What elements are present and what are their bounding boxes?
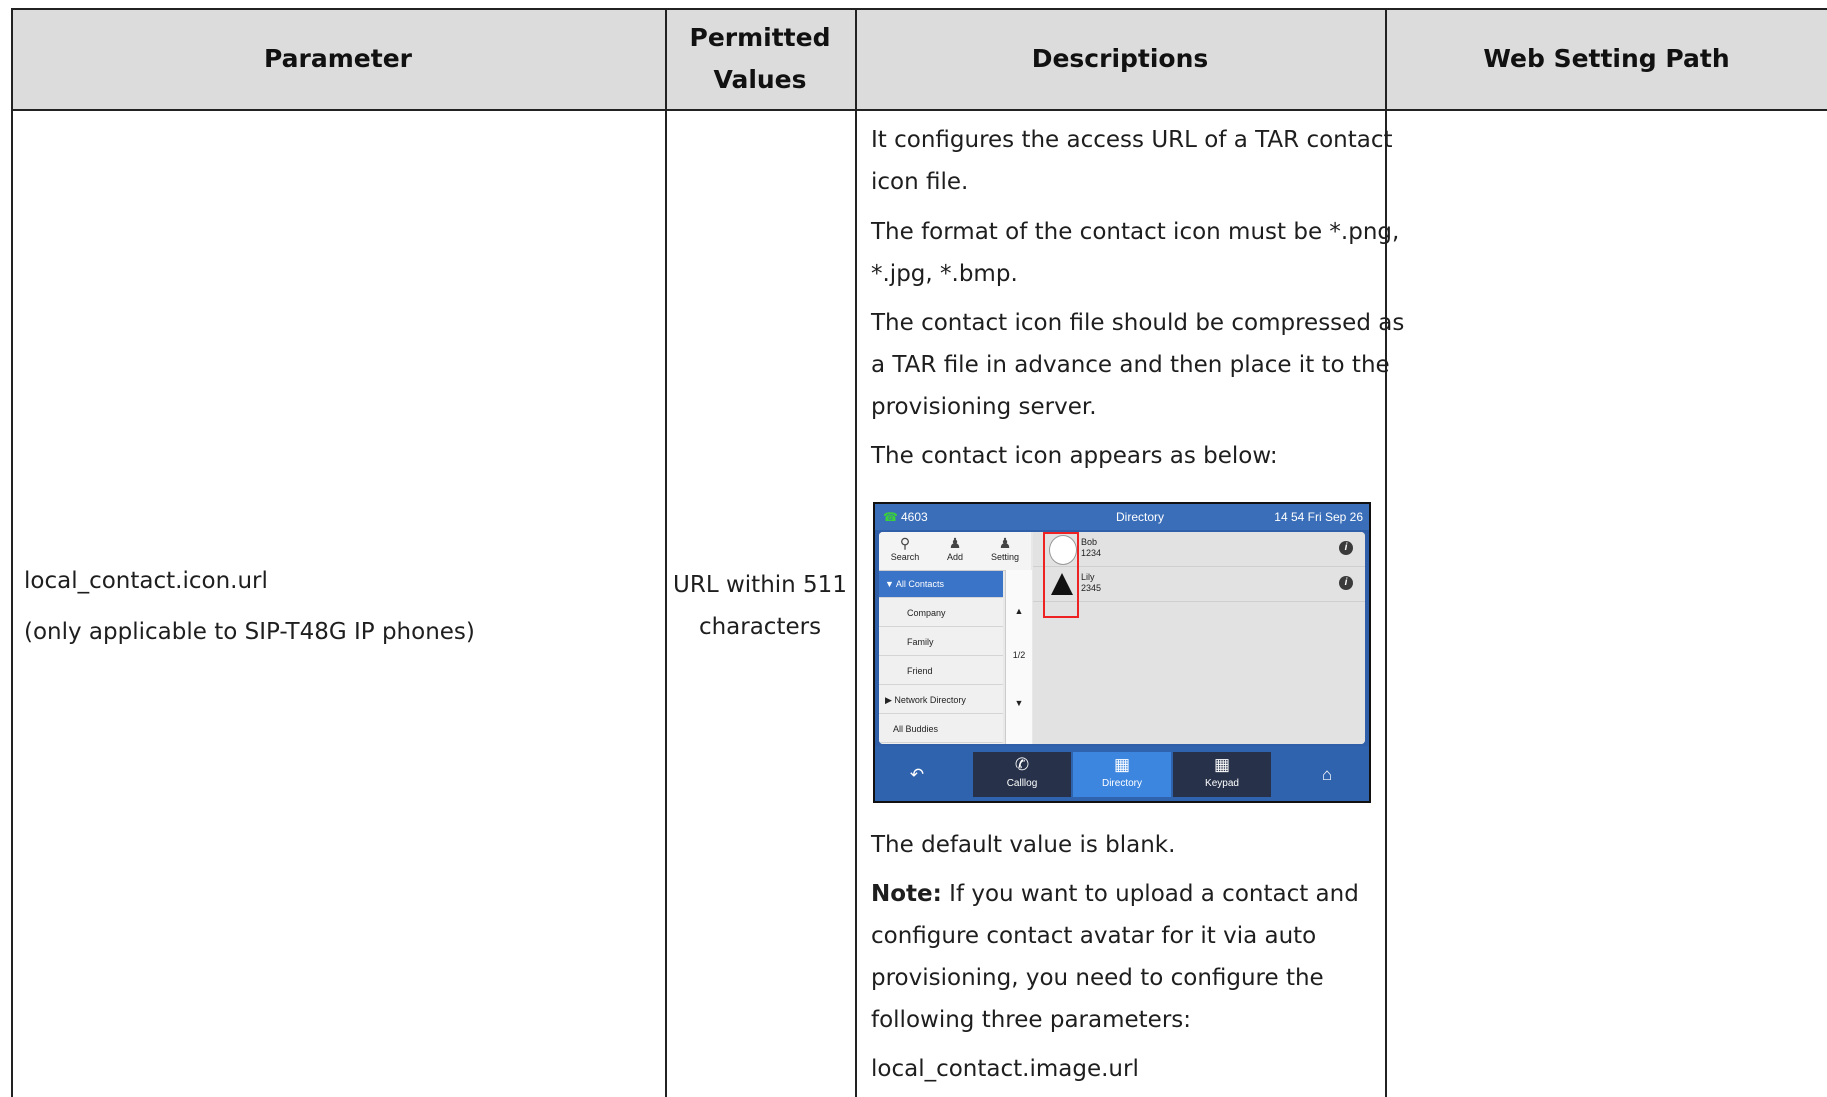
desc-line: The default value is blank. — [871, 832, 1176, 858]
note-text: If you want to upload a contact and — [941, 881, 1359, 907]
back-icon: ↶ — [909, 765, 925, 784]
contact-number: 1234 — [1081, 548, 1102, 558]
header-permitted-line2: Values — [713, 65, 807, 94]
add-contact-icon: ♟ — [948, 535, 962, 551]
desc-line: *.jpg, *.bmp. — [871, 261, 1018, 287]
phone-directory-screenshot: ☎ 4603 Directory 14 54 Fri Sep 26 ▼ All … — [873, 502, 1371, 803]
header-parameter: Parameter — [12, 9, 664, 109]
column-border — [855, 8, 857, 1097]
setting-tool[interactable]: ♟ Setting — [981, 534, 1029, 568]
contact-name: Lily — [1081, 572, 1095, 582]
desc-line: following three parameters: — [871, 1007, 1192, 1033]
tool-label: Add — [946, 552, 963, 562]
group-label: Friend — [907, 666, 933, 676]
softkey-label: Keypad — [1205, 778, 1239, 789]
header-web-setting-path: Web Setting Path — [1386, 9, 1827, 109]
group-label: All Contacts — [895, 579, 944, 589]
desc-line: icon file. — [871, 169, 969, 195]
phone-softkey-bar: ↶ ✆ Calllog ▦ Directory ▦ Keypad ⌂ — [875, 746, 1369, 801]
phone-directory-body: ▼ All Contacts Company Family Friend ▶ N… — [879, 532, 1365, 744]
group-item[interactable]: Friend — [879, 657, 1003, 685]
column-border — [1385, 8, 1387, 1097]
phone-status-bar: ☎ 4603 Directory 14 54 Fri Sep 26 — [875, 504, 1369, 530]
desc-line: provisioning server. — [871, 394, 1097, 420]
note-label: Note: — [871, 881, 942, 907]
column-border — [665, 8, 667, 1097]
desc-line: It configures the access URL of a TAR co… — [871, 127, 1393, 153]
phone-title: Directory — [1115, 510, 1164, 524]
header-descriptions-label: Descriptions — [1031, 44, 1209, 73]
permitted-values-line1: URL within 511 — [673, 572, 847, 598]
add-tool[interactable]: ♟ Add — [931, 534, 979, 568]
group-item[interactable]: ▼ All Contacts — [879, 570, 1003, 598]
group-label: Network Directory — [894, 695, 966, 705]
group-item[interactable]: Family — [879, 628, 1003, 656]
phone-icon: ☎ — [883, 510, 898, 524]
contact-number: 2345 — [1081, 583, 1102, 593]
desc-line: configure contact avatar for it via auto — [871, 923, 1317, 949]
search-tool[interactable]: ⚲ Search — [881, 534, 929, 568]
back-button[interactable]: ↶ — [877, 752, 957, 797]
contact-row[interactable]: Bob 1234 i — [1033, 532, 1365, 567]
home-button[interactable]: ⌂ — [1287, 752, 1367, 797]
header-permitted-line1: Permitted — [689, 23, 831, 52]
phone-scrollbar[interactable]: ▲ 1/2 ▼ — [1005, 570, 1032, 744]
desc-line: The format of the contact icon must be *… — [871, 219, 1400, 245]
permitted-values-line2: characters — [698, 614, 822, 640]
setting-icon: ♟ — [998, 535, 1012, 551]
desc-line: The contact icon appears as below: — [871, 443, 1278, 469]
phone-toolbar: ⚲ Search ♟ Add ♟ Setting — [879, 532, 1031, 571]
parameter-name: local_contact.icon.url — [24, 568, 268, 594]
keypad-icon: ▦ — [1213, 755, 1231, 774]
info-icon[interactable]: i — [1339, 541, 1353, 555]
header-descriptions: Descriptions — [856, 9, 1384, 109]
group-item[interactable]: Company — [879, 599, 1003, 627]
scroll-down-icon[interactable]: ▼ — [1006, 698, 1032, 708]
softkey-label: Directory — [1101, 778, 1142, 789]
header-bottom-border — [12, 109, 1827, 111]
group-item[interactable]: All Buddies — [879, 715, 1003, 743]
page-indicator: 1/2 — [1012, 650, 1026, 660]
contact-name: Bob — [1081, 537, 1098, 547]
group-label: Family — [907, 637, 934, 647]
home-icon: ⌂ — [1321, 765, 1333, 784]
phone-contact-list: Bob 1234 i Lily 2345 i — [1033, 532, 1365, 744]
phone-status-number: 4603 — [901, 510, 928, 524]
header-parameter-label: Parameter — [264, 44, 412, 73]
desc-line: provisioning, you need to configure the — [871, 965, 1324, 991]
parameter-table: Parameter Permitted Values Descriptions … — [0, 0, 1827, 1097]
highlight-box — [1043, 532, 1079, 618]
contact-row[interactable]: Lily 2345 i — [1033, 567, 1365, 602]
directory-icon: ▦ — [1113, 755, 1131, 774]
phone-datetime: 14 54 Fri Sep 26 — [1274, 510, 1363, 524]
search-icon: ⚲ — [899, 535, 911, 551]
scroll-up-icon[interactable]: ▲ — [1006, 606, 1032, 616]
desc-note-line: Note: If you want to upload a contact an… — [871, 881, 1359, 907]
group-label: Company — [907, 608, 946, 618]
desc-line: local_contact.image.url — [871, 1056, 1139, 1082]
group-item[interactable]: ▶ Network Directory — [879, 686, 1003, 714]
tool-label: Setting — [990, 552, 1020, 562]
table-top-border — [12, 8, 1827, 10]
desc-line: The contact icon file should be compress… — [871, 310, 1405, 336]
column-border — [11, 8, 13, 1097]
calllog-icon: ✆ — [1014, 755, 1030, 774]
parameter-note: (only applicable to SIP-T48G IP phones) — [24, 619, 475, 645]
header-permitted-values: Permitted Values — [666, 9, 854, 109]
group-label: All Buddies — [893, 724, 939, 734]
softkey-label: Calllog — [1006, 778, 1038, 789]
tool-label: Search — [890, 552, 920, 562]
directory-button[interactable]: ▦ Directory — [1073, 752, 1171, 797]
desc-line: a TAR file in advance and then place it … — [871, 352, 1390, 378]
header-web-path-label: Web Setting Path — [1483, 44, 1730, 73]
keypad-button[interactable]: ▦ Keypad — [1173, 752, 1271, 797]
info-icon[interactable]: i — [1339, 576, 1353, 590]
calllog-button[interactable]: ✆ Calllog — [973, 752, 1071, 797]
